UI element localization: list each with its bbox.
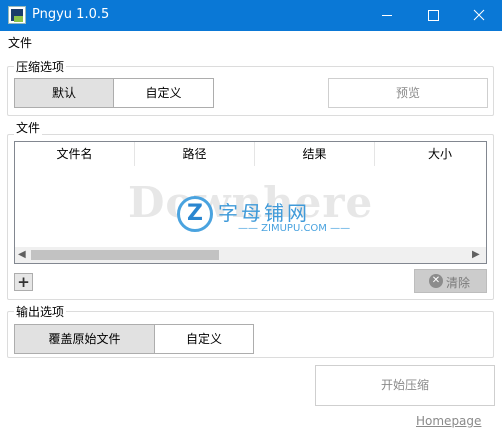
minimize-button[interactable] (364, 0, 410, 31)
clear-icon: ✕ (429, 274, 443, 288)
compression-default-button[interactable]: 默认 (14, 78, 114, 108)
compression-custom-button[interactable]: 自定义 (113, 78, 214, 108)
files-group-title: 文件 (14, 119, 43, 136)
close-icon (473, 9, 485, 21)
output-overwrite-button[interactable]: 覆盖原始文件 (14, 324, 155, 354)
menu-file[interactable]: 文件 (8, 34, 32, 51)
app-icon (8, 6, 26, 24)
preview-button[interactable]: 预览 (328, 78, 488, 108)
maximize-icon (428, 10, 439, 21)
watermark-url: —— ZIMUPU.COM —— (238, 223, 351, 234)
watermark-logo-icon: Z (177, 196, 213, 232)
column-header-filename[interactable]: 文件名 (15, 142, 135, 166)
column-header-path[interactable]: 路径 (135, 142, 255, 166)
maximize-button[interactable] (410, 0, 456, 31)
output-options-title: 输出选项 (14, 303, 67, 320)
scroll-right-icon[interactable]: ▶ (472, 249, 480, 260)
watermark-cn: 字母铺网 (218, 201, 310, 225)
close-button[interactable] (456, 0, 502, 31)
column-header-size[interactable]: 大小 (375, 142, 486, 166)
start-compress-button[interactable]: 开始压缩 (315, 365, 495, 406)
minimize-icon (382, 15, 392, 16)
output-custom-button[interactable]: 自定义 (154, 324, 254, 354)
add-file-button[interactable]: + (14, 273, 33, 291)
scroll-thumb[interactable] (31, 250, 219, 260)
clear-button[interactable]: ✕ 清除 (414, 269, 487, 293)
menu-bar: 文件 (0, 31, 502, 51)
homepage-link[interactable]: Homepage (416, 414, 481, 428)
title-bar: Pngyu 1.0.5 (0, 0, 502, 31)
clear-label: 清除 (446, 276, 471, 290)
scroll-left-icon[interactable]: ◀ (18, 249, 26, 260)
column-header-result[interactable]: 结果 (255, 142, 375, 166)
window-title: Pngyu 1.0.5 (32, 7, 110, 22)
horizontal-scrollbar[interactable]: ◀ ▶ (15, 247, 486, 263)
compression-options-title: 压缩选项 (14, 58, 67, 75)
